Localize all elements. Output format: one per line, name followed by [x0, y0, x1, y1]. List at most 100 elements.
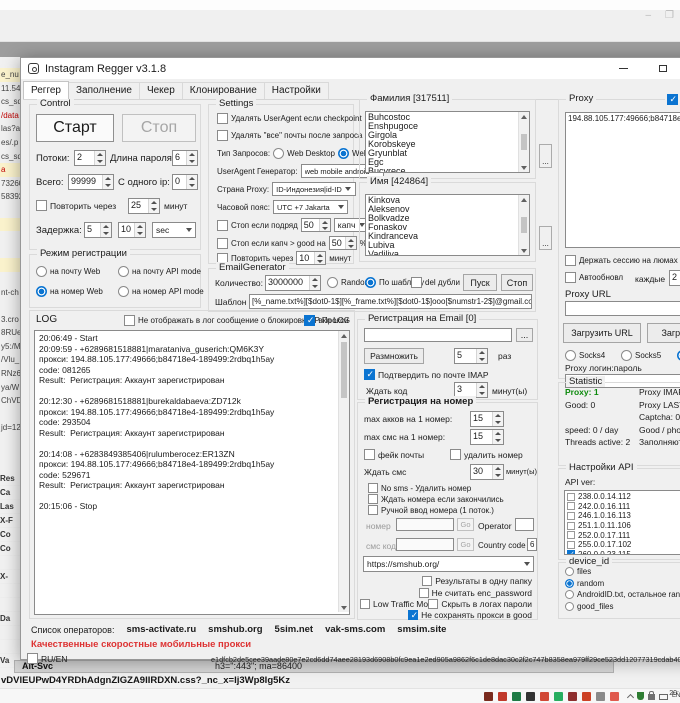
promo-link[interactable]: Качественные скоростные мобильные прокси [31, 639, 251, 650]
taskbar-app-icon[interactable] [554, 692, 563, 701]
load-file-button[interactable]: Загрузить [647, 323, 680, 343]
spinner-arrows-icon[interactable] [134, 223, 145, 237]
device-id-radio[interactable]: random [565, 579, 680, 588]
scroll-up-icon[interactable] [519, 195, 529, 204]
hide-passwords-checkbox[interactable]: Скрыть в логах пароли [428, 599, 532, 609]
list-item[interactable]: Bucyrece [368, 167, 527, 173]
scroll-up-icon[interactable] [519, 112, 529, 121]
api-version-list[interactable]: 238.0.0.14.112242.0.0.16.111246.1.0.16.1… [564, 490, 680, 555]
max-sms-stepper[interactable]: 15 [470, 429, 504, 445]
operator-link[interactable]: vak-sms.com [325, 624, 385, 635]
stop-button[interactable]: Стоп [122, 114, 196, 142]
delete-number-checkbox[interactable]: удалить номер [450, 449, 523, 460]
taskbar[interactable]: ENG 20: [0, 688, 680, 703]
stop-if-checkbox[interactable]: Стоп если подряд [217, 220, 298, 231]
results-folder-checkbox[interactable]: Результаты в одну папку [422, 576, 532, 586]
taskbar-app-icon[interactable] [610, 692, 619, 701]
spinner-arrows-icon[interactable] [94, 151, 105, 165]
tray-lock-icon[interactable] [648, 694, 655, 700]
socks5-radio[interactable]: Socks5 [621, 350, 661, 361]
title-bar[interactable]: Instagram Regger v3.1.8 [21, 58, 680, 80]
delay-max-stepper[interactable]: 10 [118, 222, 146, 238]
delete-mail-checkbox[interactable]: Удалять "все" почты после запроса [217, 130, 362, 141]
spinner-arrows-icon[interactable] [309, 276, 320, 290]
number-go-button[interactable]: Go [457, 518, 474, 531]
autorefresh-stepper[interactable]: 2 [669, 270, 680, 286]
del-duplicates-checkbox[interactable]: del дубли [411, 277, 460, 288]
multiply-stepper[interactable]: 5 [454, 348, 488, 364]
wait-sms-stepper[interactable]: 30 [470, 464, 504, 480]
phone-web-radio[interactable]: на номер Web [36, 286, 103, 297]
surname-scrollbar[interactable] [518, 112, 529, 172]
list-item[interactable]: Vadiliva [368, 250, 527, 256]
emailgen-stop-button[interactable]: Стоп [501, 274, 533, 291]
tray-chevron-up-icon[interactable] [627, 693, 634, 700]
maximize-button[interactable] [646, 58, 680, 79]
low-traffic-checkbox[interactable]: Low Traffic Mode [360, 599, 438, 609]
stop-captcha-checkbox[interactable]: Стоп если капч > good на [217, 238, 326, 249]
spinner-arrows-icon[interactable] [186, 175, 197, 189]
proxy-list[interactable]: 194.88.105.177:49666;b84718e4-189499:2rd… [565, 112, 680, 248]
load-url-button[interactable]: Загрузить URL [563, 323, 641, 343]
tab[interactable]: Реггер [23, 81, 69, 99]
sms-service-select[interactable]: https://smshub.org/ [363, 556, 534, 572]
tray-shield-icon[interactable] [637, 692, 644, 700]
proxy-url-input[interactable] [565, 301, 680, 316]
spinner-arrows-icon[interactable] [476, 349, 487, 363]
proxy-country-select[interactable]: ID-Индонезия|id-ID [272, 182, 356, 196]
taskbar-app-icon[interactable] [526, 692, 535, 701]
spinner-arrows-icon[interactable] [314, 252, 325, 264]
template-input[interactable]: [%_name.txt%][$dot0-1$][%_frame.txt%][$d… [249, 294, 532, 309]
api-version-option[interactable]: 246.1.0.16.113 [567, 511, 680, 521]
taskbar-app-icon[interactable] [540, 692, 549, 701]
log-on-checkbox[interactable]: вкл LOG [304, 315, 350, 326]
imap-confirm-checkbox[interactable]: Подтвердить по почте IMAP [364, 369, 489, 380]
taskbar-app-icon[interactable] [582, 692, 591, 701]
reg-email-browse-button[interactable]: ... [516, 328, 533, 342]
tray-display-icon[interactable] [659, 694, 668, 700]
api-version-option[interactable]: 255.0.0.17.102 [567, 540, 680, 550]
stop-captcha-stepper[interactable]: 50 [329, 236, 357, 250]
operator-link[interactable]: sms-activate.ru [126, 624, 196, 635]
mail-web-radio[interactable]: на почту Web [36, 266, 100, 277]
proxy-use-checkbox[interactable]: Исп [665, 94, 680, 105]
spinner-arrows-icon[interactable] [345, 237, 356, 249]
delete-useragent-checkbox[interactable]: Удалять UserAgent если checkpoint [217, 113, 362, 124]
start-button[interactable]: Старт [36, 114, 114, 142]
spinner-arrows-icon[interactable] [100, 223, 111, 237]
timezone-select[interactable]: UTC +7 Jakarta [273, 200, 348, 214]
tab[interactable]: Заполнение [68, 82, 140, 99]
socks4-radio[interactable]: Socks4 [565, 350, 605, 361]
operator-link[interactable]: 5sim.net [275, 624, 314, 635]
surname-list[interactable]: BuhcostocEnshpugoceGirgolaKorobskeyeGryu… [365, 111, 530, 173]
taskbar-app-icon[interactable] [498, 692, 507, 701]
minimize-button[interactable] [606, 58, 640, 79]
scroll-down-icon[interactable] [519, 246, 529, 255]
operator-link[interactable]: smshub.org [208, 624, 262, 635]
settings-repeat-stepper[interactable]: 10 [296, 251, 326, 265]
spinner-arrows-icon[interactable] [492, 465, 503, 479]
country-code-input[interactable]: 6 [527, 538, 537, 551]
autorefresh-checkbox[interactable]: Автообновл [565, 272, 623, 283]
scroll-down-icon[interactable] [339, 603, 349, 612]
spinner-arrows-icon[interactable] [476, 383, 487, 397]
sms-go-button[interactable]: Go [457, 538, 474, 551]
per-ip-stepper[interactable]: 0 [172, 174, 198, 190]
repeat-after-stepper[interactable]: 25 [128, 198, 160, 214]
spinner-arrows-icon[interactable] [186, 151, 197, 165]
spinner-arrows-icon[interactable] [102, 175, 113, 189]
log-output[interactable]: 20:06:49 - Start 20:09:59 - +62896815188… [34, 330, 350, 615]
taskbar-app-icon[interactable] [484, 692, 493, 701]
operator-link[interactable]: smsim.site [397, 624, 446, 635]
phone-api-radio[interactable]: на номер API mode [118, 286, 204, 297]
device-id-radio[interactable]: files [565, 567, 680, 576]
device-id-radio[interactable]: good_files [565, 602, 680, 611]
name-scrollbar[interactable] [518, 195, 529, 255]
api-version-option[interactable]: 238.0.0.14.112 [567, 492, 680, 502]
delay-min-stepper[interactable]: 5 [84, 222, 112, 238]
password-length-stepper[interactable]: 6 [172, 150, 198, 166]
tab[interactable]: Клонирование [182, 82, 265, 99]
repeat-after-checkbox[interactable]: Повторить через [36, 200, 116, 211]
delay-unit-select[interactable]: sec [152, 222, 196, 238]
taskbar-app-icon[interactable] [568, 692, 577, 701]
